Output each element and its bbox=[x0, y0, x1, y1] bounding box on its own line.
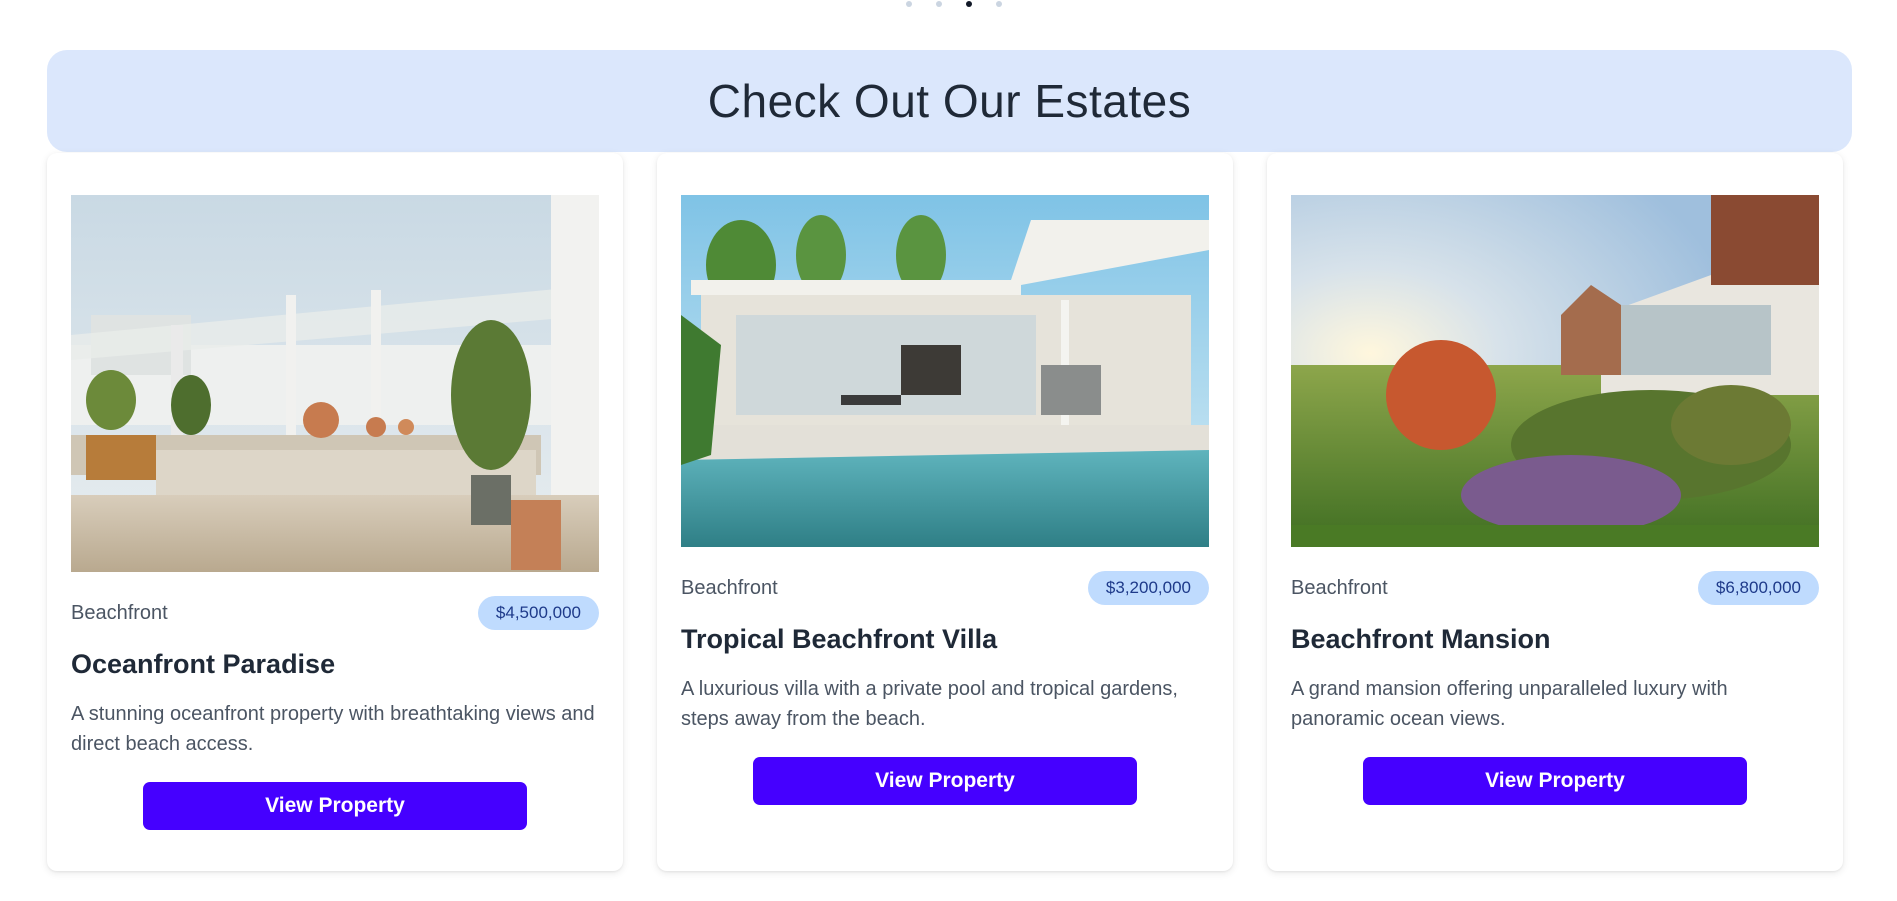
patio-photo bbox=[71, 195, 599, 572]
property-description: A grand mansion offering unparalleled lu… bbox=[1291, 678, 1728, 730]
property-category: Beachfront bbox=[71, 601, 168, 624]
carousel-dot-3[interactable] bbox=[965, 1, 972, 7]
property-title: Tropical Beachfront Villa bbox=[681, 624, 998, 654]
carousel-dot-2[interactable] bbox=[935, 1, 942, 7]
property-card: Beachfront $6,800,000 Beachfront Mansion… bbox=[1267, 153, 1843, 871]
carousel-dot-1[interactable] bbox=[905, 1, 912, 7]
property-image bbox=[71, 195, 599, 572]
view-property-button[interactable]: View Property bbox=[143, 782, 527, 830]
property-card: Beachfront $4,500,000 Oceanfront Paradis… bbox=[47, 153, 623, 871]
property-category: Beachfront bbox=[1291, 576, 1388, 599]
mansion-photo bbox=[1291, 195, 1819, 547]
property-description: A stunning oceanfront property with brea… bbox=[71, 703, 595, 755]
property-card: Beachfront $3,200,000 Tropical Beachfron… bbox=[657, 153, 1233, 871]
property-meta: Beachfront $6,800,000 bbox=[1291, 570, 1819, 606]
property-meta: Beachfront $4,500,000 bbox=[71, 595, 599, 631]
property-description: A luxurious villa with a private pool an… bbox=[681, 678, 1178, 730]
property-category: Beachfront bbox=[681, 576, 778, 599]
view-property-button[interactable]: View Property bbox=[753, 757, 1137, 805]
section-banner: Check Out Our Estates bbox=[47, 50, 1852, 152]
property-title: Oceanfront Paradise bbox=[71, 649, 336, 679]
carousel-dot-4[interactable] bbox=[995, 1, 1002, 7]
carousel-dots bbox=[0, 1, 1897, 11]
villa-photo bbox=[681, 195, 1209, 547]
price-badge: $3,200,000 bbox=[1087, 571, 1209, 605]
view-property-button[interactable]: View Property bbox=[1363, 757, 1747, 805]
price-badge: $4,500,000 bbox=[477, 596, 599, 630]
property-meta: Beachfront $3,200,000 bbox=[681, 570, 1209, 606]
property-image bbox=[1291, 195, 1819, 547]
property-title: Beachfront Mansion bbox=[1291, 624, 1551, 654]
property-image bbox=[681, 195, 1209, 547]
section-title: Check Out Our Estates bbox=[707, 75, 1192, 127]
price-badge: $6,800,000 bbox=[1697, 571, 1819, 605]
